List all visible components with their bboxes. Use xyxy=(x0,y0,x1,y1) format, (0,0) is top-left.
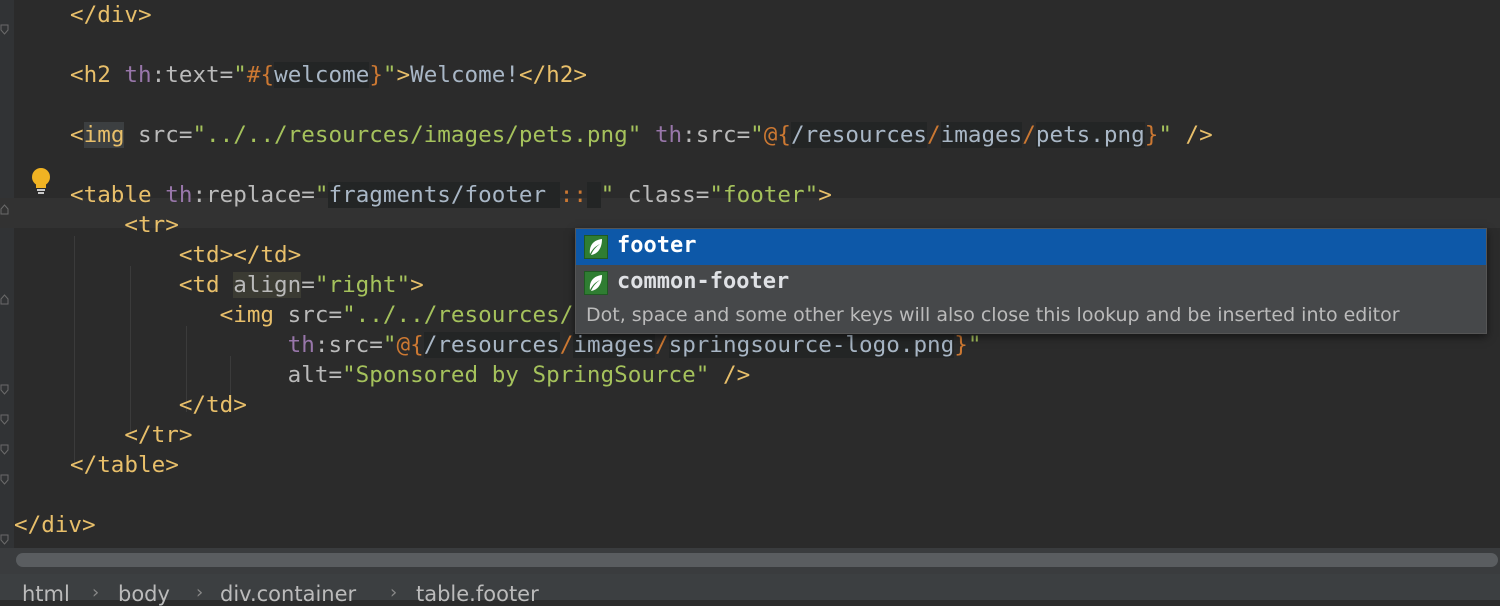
code-token: " xyxy=(967,332,982,358)
code-token: } xyxy=(1144,122,1159,148)
code-token: :src= xyxy=(314,332,383,358)
code-token: th xyxy=(124,62,152,88)
code-line[interactable] xyxy=(0,30,1213,60)
code-token: </td> xyxy=(70,392,247,418)
code-token: :text= xyxy=(151,62,234,88)
code-token: class= xyxy=(614,182,710,208)
code-line[interactable]: </td> xyxy=(0,390,1213,420)
code-token: th xyxy=(654,122,683,148)
breadcrumb: html › body › div.container › table.foot… xyxy=(0,574,1500,606)
code-line[interactable]: </tr> xyxy=(0,420,1213,450)
code-line[interactable]: alt="Sponsored by SpringSource" /> xyxy=(0,360,1213,390)
code-token: <td xyxy=(70,272,234,298)
code-token: :: xyxy=(559,182,587,208)
code-token: <tr> xyxy=(70,212,179,238)
code-token: <td></td> xyxy=(70,242,302,268)
code-token: / xyxy=(1022,122,1036,148)
code-token: } xyxy=(369,62,383,88)
breadcrumb-item-html[interactable]: html xyxy=(22,582,70,606)
code-token: </div> xyxy=(14,512,96,538)
code-token: "footer" xyxy=(709,182,819,208)
breadcrumb-item-div[interactable]: div.container xyxy=(220,582,356,606)
completion-item-label: common-footer xyxy=(617,269,790,294)
horizontal-scrollbar[interactable] xyxy=(0,548,1500,574)
completion-hint: Dot, space and some other keys will also… xyxy=(586,304,1400,326)
breadcrumb-item-table[interactable]: table.footer xyxy=(416,582,539,606)
code-token: <img xyxy=(70,302,288,328)
scrollbar-thumb[interactable] xyxy=(16,553,1498,567)
code-token: < xyxy=(70,122,84,148)
code-line[interactable] xyxy=(0,90,1213,120)
code-token: springsource-logo.png xyxy=(668,332,955,358)
code-token: pets.png xyxy=(1035,122,1145,148)
code-token: " xyxy=(600,182,615,208)
code-token: / xyxy=(559,332,574,358)
code-line[interactable] xyxy=(0,150,1213,180)
code-token: } xyxy=(954,332,968,358)
code-token: > xyxy=(818,182,832,208)
code-token: th xyxy=(287,332,315,358)
code-token: :src= xyxy=(682,122,751,148)
code-line[interactable]: th:src="@{/resources/images/springsource… xyxy=(0,330,1213,360)
code-token: " xyxy=(382,62,397,88)
code-token: </tr> xyxy=(70,422,193,448)
code-token: #{ xyxy=(246,62,275,88)
code-token: img xyxy=(83,122,125,148)
code-token: "Sponsored by SpringSource" xyxy=(342,362,710,388)
code-token: > xyxy=(396,62,411,88)
code-token xyxy=(586,182,601,208)
code-token: <h2 xyxy=(70,62,125,88)
breadcrumb-item-body[interactable]: body xyxy=(118,582,170,606)
code-token: align xyxy=(233,272,302,298)
completion-item-common-footer[interactable]: common-footer xyxy=(576,265,1486,301)
code-token: images xyxy=(940,122,1023,148)
code-token: /> xyxy=(709,362,751,388)
spring-leaf-icon xyxy=(584,271,608,295)
code-token: alt= xyxy=(287,362,343,388)
code-token: "right" xyxy=(314,272,411,298)
code-token: :replace= xyxy=(192,182,315,208)
code-token: src= xyxy=(124,122,193,148)
code-token: images xyxy=(573,332,655,358)
code-line[interactable]: </div> xyxy=(0,510,1213,540)
code-token: Welcome! xyxy=(410,62,519,88)
code-token: th xyxy=(165,182,193,208)
code-token: src= xyxy=(287,302,343,328)
code-token: /> xyxy=(1171,122,1213,148)
code-token: </div> xyxy=(70,2,152,28)
code-token: " xyxy=(233,62,247,88)
completion-item-footer[interactable]: footer xyxy=(576,229,1486,265)
code-token: = xyxy=(301,272,315,298)
code-line[interactable] xyxy=(0,480,1213,510)
code-token: /resources xyxy=(423,332,560,358)
code-token: > xyxy=(410,272,424,298)
spring-leaf-icon xyxy=(584,235,608,259)
code-line[interactable]: </div> xyxy=(0,0,1213,30)
code-token: /resources xyxy=(791,122,928,148)
code-token: fragments/footer xyxy=(328,182,560,208)
code-line[interactable]: <h2 th:text="#{welcome}">Welcome!</h2> xyxy=(0,60,1213,90)
code-token: / xyxy=(654,332,669,358)
completion-popup: footer common-footer Dot, space and some… xyxy=(575,228,1487,334)
code-token: / xyxy=(927,122,941,148)
code-token: " xyxy=(382,332,397,358)
code-line[interactable]: <table th:replace="fragments/footer :: "… xyxy=(0,180,1213,210)
code-token: "../../resources/images/pets.png" xyxy=(192,122,642,148)
code-line[interactable]: </table> xyxy=(0,450,1213,480)
code-line[interactable]: <img src="../../resources/images/pets.pn… xyxy=(0,120,1213,150)
completion-item-label: footer xyxy=(617,233,697,258)
code-token: " xyxy=(314,182,329,208)
code-token: <table xyxy=(70,182,166,208)
code-token: </table> xyxy=(70,452,179,478)
code-token: welcome xyxy=(274,62,370,88)
code-token: @{ xyxy=(396,332,424,358)
code-token: </h2> xyxy=(518,62,587,88)
code-token: " xyxy=(750,122,764,148)
code-token: @{ xyxy=(763,122,791,148)
code-token: " xyxy=(1158,122,1172,148)
